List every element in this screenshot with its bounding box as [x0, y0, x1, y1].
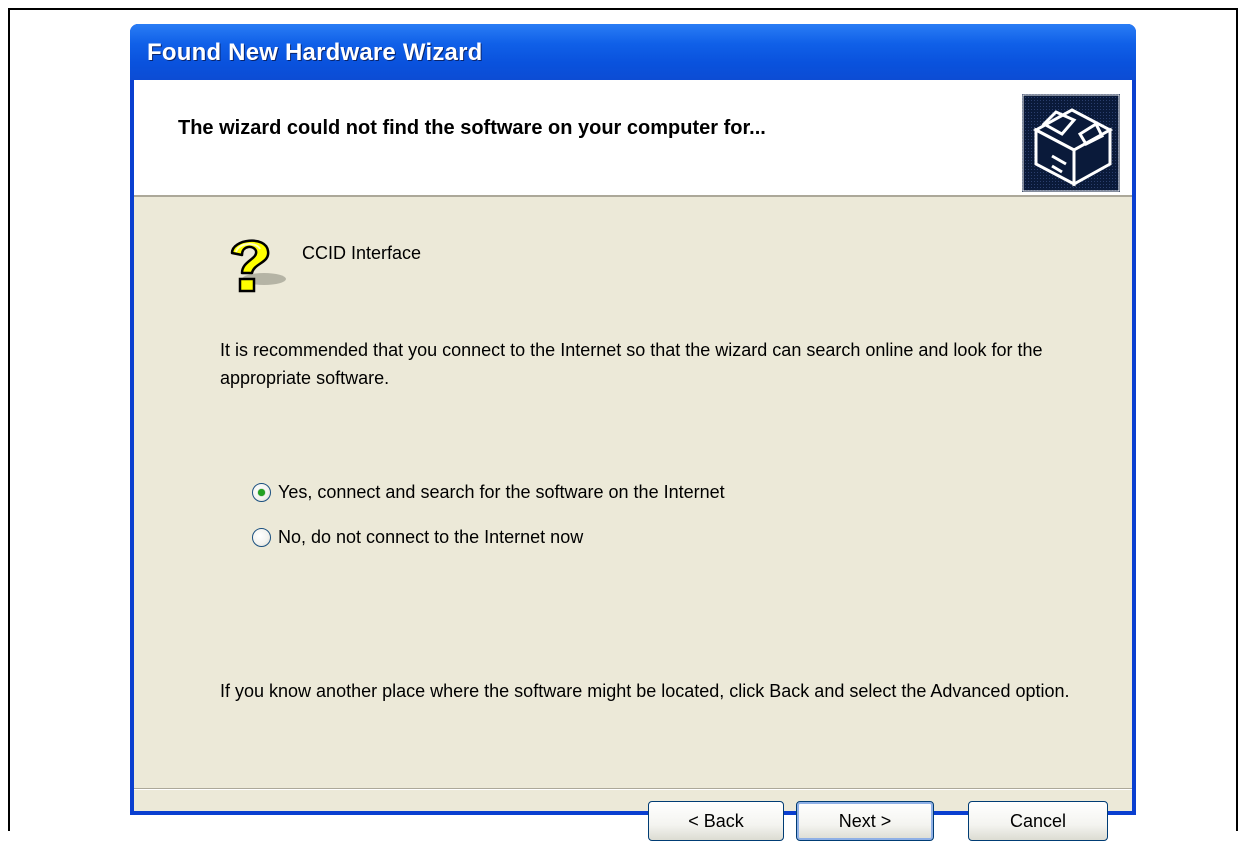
radio-button-checked[interactable] [252, 483, 271, 502]
hardware-box-icon [1022, 94, 1120, 192]
radio-yes-label: Yes, connect and search for the software… [278, 482, 725, 502]
radio-no-label: No, do not connect to the Internet now [278, 527, 584, 547]
wizard-dialog: Found New Hardware Wizard The wizard cou… [130, 24, 1136, 841]
title-bar[interactable]: Found New Hardware Wizard [130, 24, 1136, 80]
radio-yes-connect[interactable]: Yes, connect and search for the software… [252, 482, 725, 503]
question-mark-icon [230, 239, 286, 293]
back-button[interactable]: < Back [648, 801, 784, 841]
cancel-button[interactable]: Cancel [968, 801, 1108, 841]
radio-button-unchecked[interactable] [252, 528, 271, 547]
recommendation-text: It is recommended that you connect to th… [220, 340, 1043, 388]
window-title: Found New Hardware Wizard [147, 39, 483, 66]
advanced-hint-text: If you know another place where the soft… [220, 681, 1070, 701]
wizard-header: The wizard could not find the software o… [134, 80, 1132, 197]
header-title: The wizard could not find the software o… [178, 117, 766, 139]
next-button[interactable]: Next > [796, 801, 934, 841]
device-name: CCID Interface [302, 243, 422, 263]
dialog-client-area: The wizard could not find the software o… [134, 80, 1132, 841]
footer-divider [134, 788, 1132, 790]
radio-no-connect[interactable]: No, do not connect to the Internet now [252, 527, 583, 548]
